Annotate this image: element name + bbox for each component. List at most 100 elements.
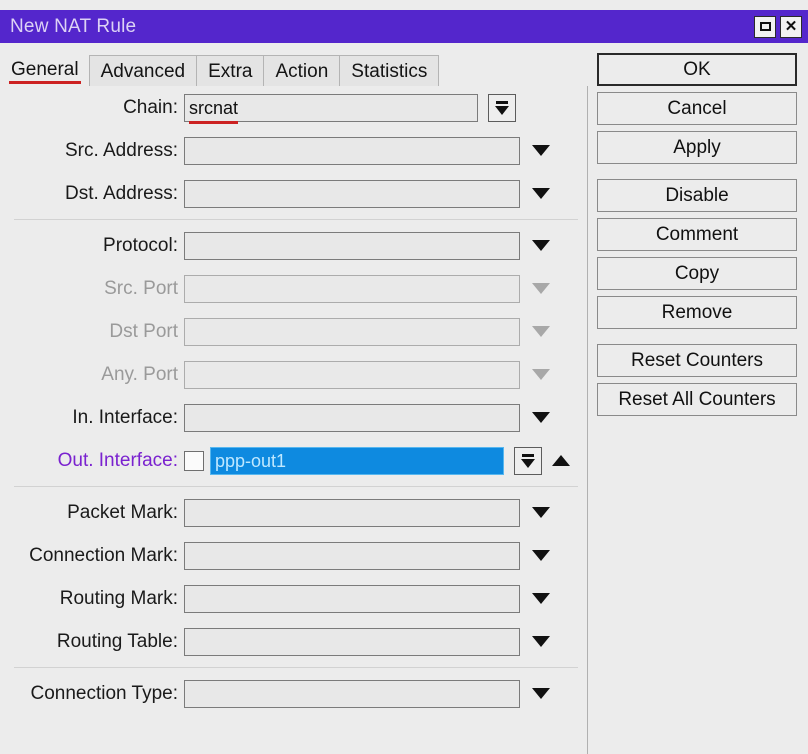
src-address-input[interactable]: [184, 136, 520, 165]
tab-general[interactable]: General: [0, 55, 90, 86]
in-interface-label: In. Interface:: [72, 406, 178, 428]
dst-address-input[interactable]: [184, 179, 520, 208]
connection-type-chevron-down-icon[interactable]: [532, 688, 550, 699]
tab-extra[interactable]: Extra: [196, 55, 265, 86]
any-port-input: [184, 360, 520, 389]
out-interface-value: ppp-out1: [215, 450, 287, 471]
window-title: New NAT Rule: [10, 15, 137, 37]
chevron-bar-icon: [522, 453, 534, 457]
row-dst-address: Dst. Address:: [0, 172, 592, 215]
tab-action[interactable]: Action: [263, 55, 341, 86]
section-divider-2: [14, 486, 578, 487]
row-src-address: Src. Address:: [0, 129, 592, 172]
chevron-down-icon: [495, 105, 509, 115]
routing-mark-input[interactable]: [184, 584, 520, 613]
out-interface-chevron-up-icon[interactable]: [552, 455, 570, 466]
packet-mark-label: Packet Mark:: [67, 501, 178, 523]
ok-button[interactable]: OK: [597, 53, 797, 86]
remove-button[interactable]: Remove: [597, 296, 797, 329]
reset-all-counters-button[interactable]: Reset All Counters: [597, 383, 797, 416]
button-group-gap-2: [597, 335, 797, 344]
connection-type-input[interactable]: [184, 679, 520, 708]
general-tab-panel: Chain: srcnat Src. Address: Dst. Address…: [0, 86, 592, 754]
panel-divider: [587, 86, 588, 754]
routing-table-chevron-down-icon[interactable]: [532, 636, 550, 647]
chain-label: Chain:: [123, 96, 178, 118]
dst-address-label: Dst. Address:: [65, 182, 178, 204]
dst-port-input: [184, 317, 520, 346]
protocol-chevron-down-icon[interactable]: [532, 240, 550, 251]
new-nat-rule-dialog: New NAT Rule ✕ General Advanced Extra Ac…: [0, 0, 808, 754]
protocol-input[interactable]: [184, 231, 520, 260]
chain-input[interactable]: srcnat: [184, 93, 478, 124]
src-port-label: Src. Port: [104, 277, 178, 299]
reset-counters-button[interactable]: Reset Counters: [597, 344, 797, 377]
close-button[interactable]: ✕: [780, 15, 802, 38]
row-any-port: Any. Port: [0, 353, 592, 396]
comment-button[interactable]: Comment: [597, 218, 797, 251]
row-connection-mark: Connection Mark:: [0, 534, 592, 577]
row-protocol: Protocol:: [0, 224, 592, 267]
restore-button[interactable]: [754, 15, 776, 38]
button-group-gap-1: [597, 170, 797, 179]
src-address-label: Src. Address:: [65, 139, 178, 161]
src-port-input: [184, 274, 520, 303]
out-interface-dropdown-button[interactable]: [514, 446, 542, 475]
tab-strip: General Advanced Extra Action Statistics: [0, 52, 592, 86]
row-chain: Chain: srcnat: [0, 86, 592, 129]
chevron-down-icon: [521, 458, 535, 468]
chain-value: srcnat: [189, 97, 239, 124]
tab-statistics[interactable]: Statistics: [339, 55, 440, 86]
title-bar: New NAT Rule ✕: [0, 10, 808, 43]
disable-button[interactable]: Disable: [597, 179, 797, 212]
dialog-button-column: OK Cancel Apply Disable Comment Copy Rem…: [597, 53, 797, 422]
out-interface-negate-checkbox[interactable]: [184, 450, 204, 471]
apply-button[interactable]: Apply: [597, 131, 797, 164]
row-out-interface: Out. Interface: ppp-out1: [0, 439, 592, 482]
connection-mark-input[interactable]: [184, 541, 520, 570]
out-interface-label: Out. Interface:: [57, 449, 178, 471]
row-dst-port: Dst Port: [0, 310, 592, 353]
row-packet-mark: Packet Mark:: [0, 491, 592, 534]
window-controls: ✕: [754, 15, 802, 38]
row-in-interface: In. Interface:: [0, 396, 592, 439]
tab-statistics-label: Statistics: [351, 60, 428, 82]
in-interface-chevron-down-icon[interactable]: [532, 412, 550, 423]
tab-general-label: General: [9, 59, 81, 84]
src-port-chevron-down-icon: [532, 283, 550, 294]
tab-advanced[interactable]: Advanced: [88, 55, 198, 86]
section-divider-1: [14, 219, 578, 220]
routing-mark-chevron-down-icon[interactable]: [532, 593, 550, 604]
tab-extra-label: Extra: [208, 60, 253, 82]
routing-mark-label: Routing Mark:: [59, 587, 178, 609]
chevron-bar-icon: [496, 100, 508, 104]
tab-advanced-label: Advanced: [100, 60, 186, 82]
in-interface-input[interactable]: [184, 403, 520, 432]
section-divider-3: [14, 667, 578, 668]
packet-mark-chevron-down-icon[interactable]: [532, 507, 550, 518]
packet-mark-input[interactable]: [184, 498, 520, 527]
cancel-button[interactable]: Cancel: [597, 92, 797, 125]
routing-table-label: Routing Table:: [56, 630, 178, 652]
dst-port-label: Dst Port: [109, 320, 178, 342]
tab-action-label: Action: [275, 60, 329, 82]
connection-type-label: Connection Type:: [30, 682, 178, 704]
row-routing-table: Routing Table:: [0, 620, 592, 663]
connection-mark-chevron-down-icon[interactable]: [532, 550, 550, 561]
protocol-label: Protocol:: [103, 234, 178, 256]
routing-table-input[interactable]: [184, 627, 520, 656]
any-port-label: Any. Port: [101, 363, 178, 385]
dst-port-chevron-down-icon: [532, 326, 550, 337]
copy-button[interactable]: Copy: [597, 257, 797, 290]
src-address-chevron-down-icon[interactable]: [532, 145, 550, 156]
dst-address-chevron-down-icon[interactable]: [532, 188, 550, 199]
row-connection-type: Connection Type:: [0, 672, 592, 715]
row-src-port: Src. Port: [0, 267, 592, 310]
out-interface-input[interactable]: ppp-out1: [210, 446, 504, 475]
chain-dropdown-button[interactable]: [488, 93, 516, 122]
connection-mark-label: Connection Mark:: [29, 544, 178, 566]
close-icon: ✕: [784, 18, 798, 35]
row-routing-mark: Routing Mark:: [0, 577, 592, 620]
any-port-chevron-down-icon: [532, 369, 550, 380]
restore-icon: [759, 22, 771, 31]
